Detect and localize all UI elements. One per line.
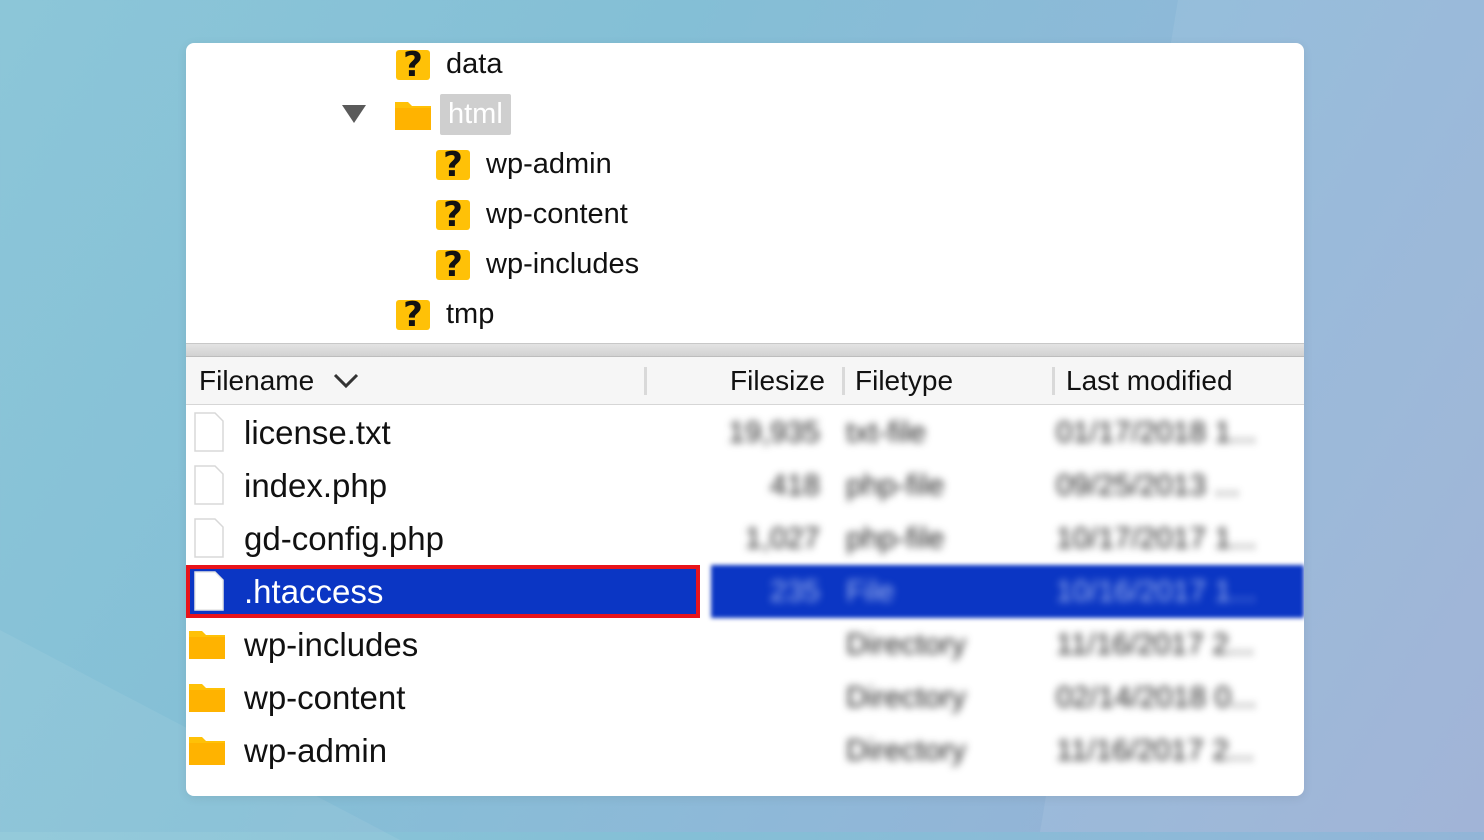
- column-divider[interactable]: [842, 367, 845, 395]
- file-name: license.txt: [244, 413, 391, 451]
- file-size: 418: [769, 468, 820, 502]
- file-manager-window: ? data html ? wp-admin ? wp-content ? wp…: [186, 43, 1304, 796]
- file-size: 19,935: [728, 415, 820, 449]
- column-divider[interactable]: [644, 367, 647, 395]
- file-modified: 02/14/2018 0...: [1056, 680, 1257, 714]
- unknown-folder-icon: ?: [434, 194, 474, 234]
- tree-item-data[interactable]: ? data: [394, 43, 502, 87]
- file-size: 235: [769, 574, 820, 608]
- file-name: index.php: [244, 466, 388, 504]
- tree-item-label: data: [446, 47, 503, 80]
- file-modified: 11/16/2017 2...: [1056, 733, 1254, 767]
- svg-text:?: ?: [443, 195, 463, 234]
- file-modified: 10/17/2017 1...: [1056, 521, 1257, 555]
- tree-item-wp-includes[interactable]: ? wp-includes: [434, 241, 639, 287]
- file-type: Directory: [846, 627, 967, 661]
- tree-item-html[interactable]: html: [394, 91, 511, 137]
- file-name: gd-config.php: [244, 519, 444, 557]
- file-icon: [194, 465, 224, 505]
- tree-item-label: tmp: [446, 297, 495, 330]
- file-modified: 01/17/2018 1...: [1056, 415, 1257, 449]
- svg-text:?: ?: [443, 245, 463, 284]
- file-name: .htaccess: [244, 572, 384, 610]
- file-name: wp-admin: [244, 731, 388, 769]
- file-type: Directory: [846, 680, 967, 714]
- column-header-filetype[interactable]: Filetype: [855, 357, 953, 405]
- file-icon: [194, 518, 224, 558]
- tree-item-label: wp-content: [486, 197, 628, 230]
- file-row-wp-content[interactable]: wp-content Directory 02/14/2018 0...: [186, 671, 1304, 724]
- column-header-label: Filesize: [730, 365, 825, 396]
- svg-text:?: ?: [403, 295, 423, 334]
- tree-item-label: wp-includes: [486, 247, 640, 280]
- tree-item-wp-admin[interactable]: ? wp-admin: [434, 141, 612, 187]
- file-name: wp-content: [244, 678, 406, 716]
- file-type: php-file: [846, 521, 945, 555]
- tree-item-label: wp-admin: [486, 147, 612, 180]
- column-header-filesize[interactable]: Filesize: [730, 357, 825, 405]
- folder-icon: [188, 679, 226, 713]
- file-modified: 10/16/2017 1...: [1056, 574, 1257, 608]
- file-row-index-php[interactable]: index.php 418 php-file 09/25/2013 ...: [186, 459, 1304, 512]
- file-row-htaccess[interactable]: .htaccess 235 File 10/16/2017 1...: [186, 565, 1304, 618]
- svg-text:?: ?: [443, 145, 463, 184]
- file-modified: 11/16/2017 2...: [1056, 627, 1254, 661]
- folder-icon: [394, 97, 432, 131]
- file-type: php-file: [846, 468, 945, 502]
- unknown-folder-icon: ?: [434, 144, 474, 184]
- file-row-license-txt[interactable]: license.txt 19,935 txt-file 01/17/2018 1…: [186, 406, 1304, 459]
- file-type: File: [846, 574, 895, 608]
- column-header-label: Filename: [199, 365, 315, 396]
- tree-item-wp-content[interactable]: ? wp-content: [434, 191, 628, 237]
- file-name: wp-includes: [244, 625, 419, 663]
- svg-text:?: ?: [403, 45, 423, 84]
- column-header-label: Filetype: [855, 365, 954, 396]
- chevron-down-icon: [332, 371, 360, 391]
- file-icon: [194, 412, 224, 452]
- file-row-gd-config-php[interactable]: gd-config.php 1,027 php-file 10/17/2017 …: [186, 512, 1304, 565]
- file-row-wp-includes[interactable]: wp-includes Directory 11/16/2017 2...: [186, 618, 1304, 671]
- column-divider[interactable]: [1052, 367, 1055, 395]
- tree-item-label: html: [440, 93, 511, 135]
- column-header-last-modified[interactable]: Last modified: [1066, 357, 1233, 405]
- file-modified: 09/25/2013 ...: [1056, 468, 1240, 502]
- file-row-wp-admin[interactable]: wp-admin Directory 11/16/2017 2...: [186, 724, 1304, 777]
- file-list-header: Filename Filesize Filetype Last modified: [186, 357, 1304, 405]
- disclosure-triangle-icon[interactable]: [342, 105, 366, 123]
- file-icon: [194, 571, 224, 611]
- unknown-folder-icon: ?: [394, 44, 434, 84]
- unknown-folder-icon: ?: [394, 294, 434, 334]
- folder-icon: [188, 732, 226, 766]
- column-header-filename[interactable]: Filename: [199, 357, 360, 405]
- pane-splitter[interactable]: [186, 343, 1304, 357]
- directory-tree: ? data html ? wp-admin ? wp-content ? wp…: [186, 43, 1304, 343]
- file-list: license.txt 19,935 txt-file 01/17/2018 1…: [186, 405, 1304, 796]
- file-type: Directory: [846, 733, 967, 767]
- unknown-folder-icon: ?: [434, 244, 474, 284]
- file-size: 1,027: [744, 521, 820, 555]
- folder-icon: [188, 626, 226, 660]
- file-type: txt-file: [846, 415, 927, 449]
- tree-item-tmp[interactable]: ? tmp: [394, 291, 494, 337]
- column-header-label: Last modified: [1066, 365, 1233, 396]
